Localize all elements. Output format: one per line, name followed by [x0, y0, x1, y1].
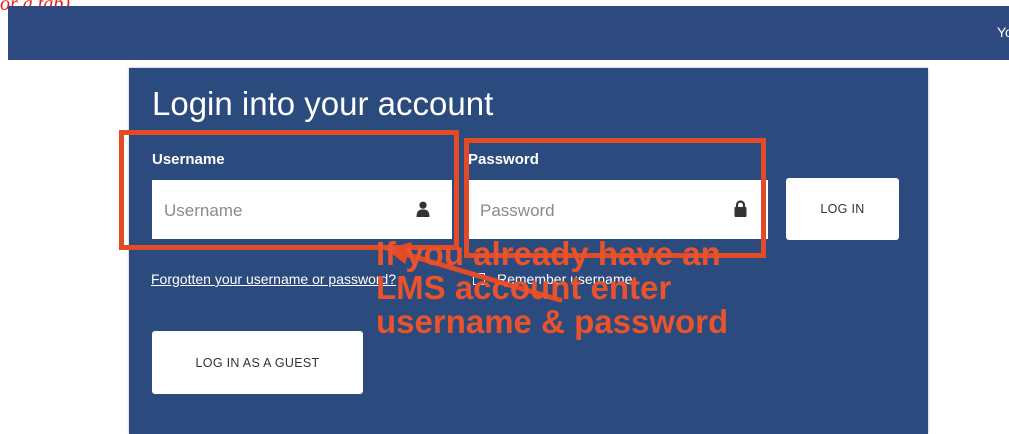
annotation-line: LMS account enter	[376, 269, 672, 306]
annotation-arrow	[386, 242, 563, 303]
annotation-line: If you already have an	[376, 235, 721, 272]
annotation-line: username & password	[376, 303, 729, 340]
annotation-text: If you already have an LMS account enter…	[376, 237, 728, 339]
